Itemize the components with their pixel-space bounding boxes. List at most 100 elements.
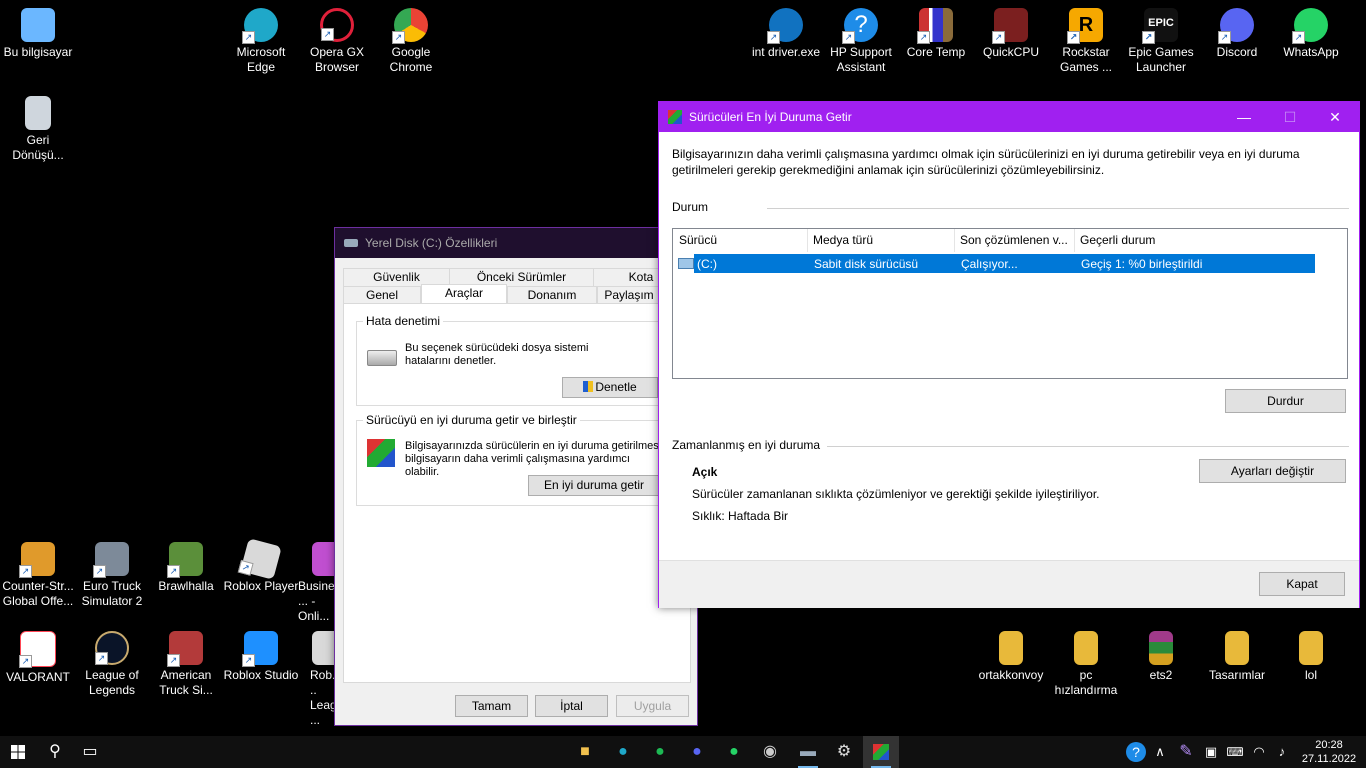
- desktop-icon-label: Busine... - Onli...: [298, 579, 335, 623]
- ok-button[interactable]: Tamam: [455, 695, 528, 717]
- truck-icon: ↗: [93, 542, 129, 578]
- error-check-group: Hata denetimi Bu seçenek sürücüdeki dosy…: [356, 314, 680, 406]
- desktop-icon-roblox-league[interactable]: Rob... Leag...: [298, 625, 338, 728]
- props-titlebar[interactable]: Yerel Disk (C:) Özellikleri: [335, 228, 697, 258]
- drive-icon: [678, 258, 694, 269]
- desktop-icon-int-driver[interactable]: ↗ int driver.exe: [748, 2, 824, 60]
- stop-button[interactable]: Durdur: [1225, 389, 1346, 413]
- tray-input[interactable]: ⌨: [1222, 736, 1248, 768]
- desktop-icon-label: Rockstar Games ...: [1059, 45, 1112, 74]
- desktop-icon-valorant[interactable]: ↗ VALORANT: [0, 625, 76, 685]
- close-window-button[interactable]: ✕: [1312, 102, 1358, 132]
- pen-icon: ✎: [1179, 743, 1193, 760]
- minimize-button[interactable]: —: [1221, 102, 1267, 132]
- desktop-icon-label: int driver.exe: [751, 45, 821, 59]
- task-view-button[interactable]: ▭: [72, 736, 108, 768]
- column-header-status[interactable]: Geçerli durum: [1074, 229, 1315, 252]
- desktop-icon-rockstar[interactable]: R ↗ Rockstar Games ...: [1048, 2, 1124, 75]
- chrome-icon: ↗: [392, 8, 428, 44]
- folder-icon: ■: [580, 743, 590, 760]
- desktop-icon-whatsapp[interactable]: ↗ WhatsApp: [1273, 2, 1349, 60]
- column-header-last-analyzed[interactable]: Son çözümlenen v...: [954, 229, 1075, 252]
- section-divider: [827, 446, 1349, 447]
- desktop-icon-quickcpu[interactable]: ↗ QuickCPU: [973, 2, 1049, 60]
- taskbar-steam[interactable]: ◉: [752, 736, 788, 768]
- desktop-icon-lol[interactable]: ↗ League of Legends: [74, 625, 150, 698]
- column-header-drive[interactable]: Sürücü: [673, 229, 808, 252]
- optimize-button[interactable]: En iyi duruma getir: [528, 475, 660, 496]
- search-icon: ⚲: [49, 743, 61, 760]
- defrag-icon: [668, 110, 682, 124]
- tray-meet[interactable]: ▣: [1198, 736, 1224, 768]
- desktop-icon-brawlhalla[interactable]: ↗ Brawlhalla: [148, 536, 224, 594]
- taskbar-file-explorer[interactable]: ■: [567, 736, 603, 768]
- desktop-icon-ets2[interactable]: ↗ Euro Truck Simulator 2: [74, 536, 150, 609]
- edge-icon: ↗: [242, 8, 278, 44]
- desktop-icon-roblox-studio[interactable]: ↗ Roblox Studio: [223, 625, 299, 683]
- taskbar-discord[interactable]: ●: [679, 736, 715, 768]
- close-button[interactable]: Kapat: [1259, 572, 1345, 596]
- desktop-icon-core-temp[interactable]: ↗ Core Temp: [898, 2, 974, 60]
- check-button[interactable]: Denetle: [562, 377, 658, 398]
- change-settings-button[interactable]: Ayarları değiştir: [1199, 459, 1346, 483]
- desktop-icon-label: League of Legends: [85, 668, 139, 697]
- desktop-icon-lol-folder[interactable]: lol: [1273, 625, 1349, 683]
- column-header-media[interactable]: Medya türü: [807, 229, 955, 252]
- desktop-icon-chrome[interactable]: ↗ Google Chrome: [373, 2, 449, 75]
- error-check-text: Bu seçenek sürücüdeki dosya sistemi hata…: [405, 342, 589, 367]
- folder-icon: [999, 631, 1023, 665]
- desktop-icon-recycle-bin[interactable]: Geri Dönüşü...: [0, 90, 76, 163]
- cell-status: Geçiş 1: %0 birleştirildi: [1081, 257, 1203, 271]
- desktop-icon-this-pc[interactable]: Bu bilgisayar: [0, 2, 76, 60]
- valorant-icon: ↗: [19, 631, 56, 668]
- desktop-icon-ortakkonvoy[interactable]: ortakkonvoy: [973, 625, 1049, 683]
- taskbar-defrag[interactable]: [863, 736, 899, 768]
- desktop-icon-ats[interactable]: ↗ American Truck Si...: [148, 625, 224, 698]
- desktop-icon-roblox-player[interactable]: ↗ Roblox Player: [223, 536, 299, 594]
- taskbar-settings[interactable]: ⚙: [826, 736, 862, 768]
- desktop-icon-edge[interactable]: ↗ Microsoft Edge: [223, 2, 299, 75]
- optimize-drives-window: Sürücüleri En İyi Duruma Getir — ☐ ✕ Bil…: [658, 101, 1360, 608]
- taskbar: ⚲ ▭ ■ ● ● ● ● ◉ ▬ ⚙ ? ∧ ✎ ▣ ⌨ ◠ ♪ 20:28 …: [0, 736, 1366, 768]
- schedule-frequency: Sıklık: Haftada Bir: [692, 509, 789, 523]
- clock-time: 20:28: [1315, 739, 1343, 751]
- table-row[interactable]: (C:) Sabit disk sürücüsü Çalışıyor... Ge…: [694, 254, 1315, 273]
- recycle-bin-icon: [25, 96, 51, 130]
- desktop-icon-tasarimlar[interactable]: Tasarımlar: [1199, 625, 1275, 683]
- tray-overflow[interactable]: ∧: [1145, 736, 1175, 768]
- desktop-icon-label: Geri Dönüşü...: [12, 133, 64, 162]
- optimize-group-title: Sürücüyü en iyi duruma getir ve birleşti…: [363, 413, 580, 427]
- cancel-button[interactable]: İptal: [535, 695, 608, 717]
- drive-icon: [344, 239, 358, 247]
- defrag-icon: [873, 743, 889, 760]
- folder-icon: [1074, 631, 1098, 665]
- tray-volume[interactable]: ♪: [1269, 736, 1295, 768]
- taskbar-spotify[interactable]: ●: [642, 736, 678, 768]
- defrag-icon: [367, 439, 395, 467]
- taskbar-drive-properties[interactable]: ▬: [790, 736, 826, 768]
- csgo-icon: ↗: [19, 542, 55, 578]
- tray-pen[interactable]: ✎: [1172, 736, 1200, 768]
- clock[interactable]: 20:28 27.11.2022: [1296, 738, 1362, 766]
- desktop-icon-ets2-archive[interactable]: ets2: [1123, 625, 1199, 683]
- tab-row-1: Güvenlik Önceki Sürümler Kota: [343, 268, 689, 287]
- epic-icon: EPIC ↗: [1142, 8, 1178, 44]
- footer-bar: Kapat: [659, 560, 1359, 608]
- desktop-icon-epic[interactable]: EPIC ↗ Epic Games Launcher: [1123, 2, 1199, 75]
- desktop-icon-hp-support[interactable]: ? ↗ HP Support Assistant: [823, 2, 899, 75]
- help-icon: ?: [1126, 741, 1146, 762]
- search-button[interactable]: ⚲: [37, 736, 73, 768]
- optimize-group-text: Bilgisayarınızda sürücülerin en iyi duru…: [405, 440, 665, 478]
- start-button[interactable]: [0, 736, 36, 768]
- taskbar-whatsapp[interactable]: ●: [716, 736, 752, 768]
- taskbar-edge[interactable]: ●: [605, 736, 641, 768]
- chevron-up-icon: ∧: [1155, 744, 1165, 759]
- desktop-icon-discord[interactable]: ↗ Discord: [1199, 2, 1275, 60]
- optimize-titlebar[interactable]: Sürücüleri En İyi Duruma Getir — ☐ ✕: [659, 102, 1359, 132]
- desktop-icon-csgo[interactable]: ↗ Counter-Str... Global Offe...: [0, 536, 76, 609]
- desktop-icon-opera-gx[interactable]: ↗ Opera GX Browser: [299, 2, 375, 75]
- desktop-icon-business[interactable]: Busine... - Onli...: [298, 536, 338, 624]
- desktop-icon-pc-hizlandirma[interactable]: pc hızlandırma: [1048, 625, 1124, 698]
- desktop-icon-label: Discord: [1216, 45, 1258, 59]
- desktop-icon-label: Counter-Str... Global Offe...: [2, 579, 74, 608]
